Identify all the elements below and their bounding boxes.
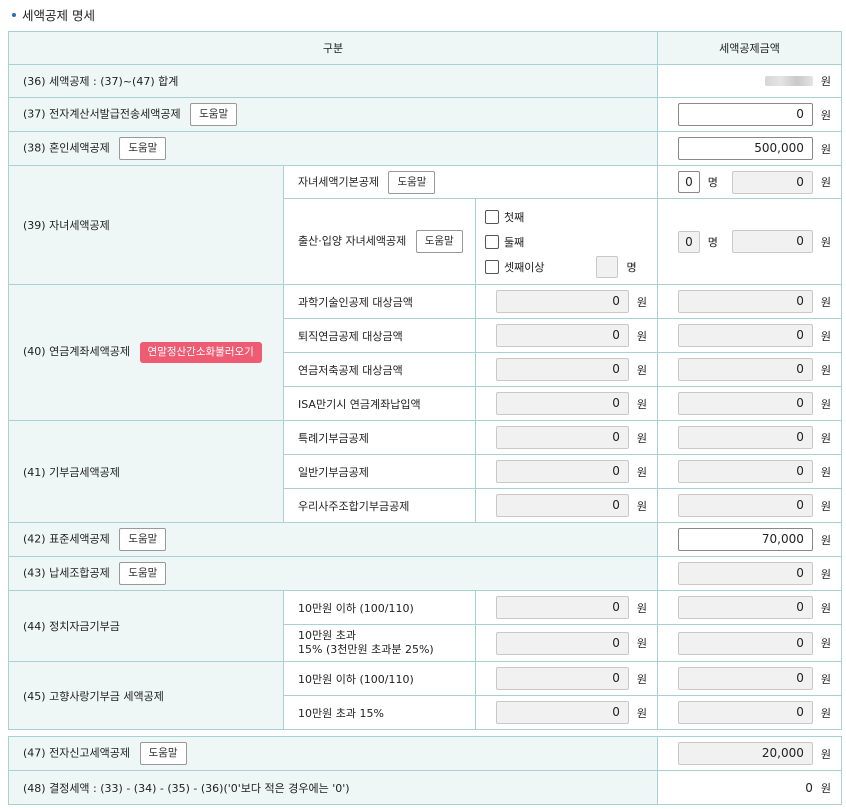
row40-item-label: 과학기술인공제 대상금액 (283, 284, 476, 319)
row44-base-input: 0 (496, 596, 629, 619)
row41-item-label: 우리사주조합기부금공제 (283, 488, 476, 523)
row40-item-label: ISA만기시 연금계좌납입액 (283, 386, 476, 421)
row45-amount-input: 0 (678, 701, 813, 724)
section-title: 세액공제 명세 (12, 5, 95, 24)
row39-label: (39) 자녀세액공제 (8, 165, 284, 285)
final-tax-table: (47) 전자신고세액공제 도움말 20,000 원 (48) 결정세액 : (… (8, 736, 842, 805)
row45-base-input: 0 (496, 701, 629, 724)
row41-amount-input: 0 (678, 494, 813, 517)
row40-base-input: 0 (496, 290, 629, 313)
help-button[interactable]: 도움말 (388, 170, 436, 194)
row41-amount-input: 0 (678, 460, 813, 483)
row44-item-label: 10만원 초과 15% (3천만원 초과분 25%) (283, 624, 476, 662)
row45-amount-input: 0 (678, 667, 813, 690)
row48-amount: 0 (805, 780, 813, 795)
bullet-icon (12, 12, 16, 17)
checkbox-icon[interactable] (485, 234, 499, 249)
checkbox-first[interactable]: 첫째 (485, 204, 657, 229)
row44-amount-input: 0 (678, 596, 813, 619)
row38-amount-input[interactable]: 500,000 (678, 137, 813, 160)
third-child-count (596, 255, 619, 278)
row45-base-input: 0 (496, 667, 629, 690)
row38-label: (38) 혼인세액공제 도움말 (7, 131, 659, 166)
help-button[interactable]: 도움말 (119, 562, 167, 585)
row40-item-label: 연금저축공제 대상금액 (283, 352, 476, 387)
row47-amount-input: 20,000 (678, 742, 813, 765)
help-button[interactable]: 도움말 (139, 742, 187, 765)
help-button[interactable]: 도움말 (190, 103, 238, 126)
row39-birth-label: 출산·입양 자녀세액공제 (298, 234, 407, 248)
row42-amount-input[interactable]: 70,000 (678, 528, 813, 551)
row40-amount-input: 0 (678, 324, 813, 347)
row40-label: (40) 연금계좌세액공제 연말정산간소화불러오기 (8, 284, 284, 421)
row45-item-label: 10만원 이하 (100/110) (283, 661, 476, 696)
checkbox-third-plus[interactable]: 셋째이상 명 (485, 254, 657, 279)
row44-amount-input: 0 (678, 631, 813, 655)
row37-label: (37) 전자계산서발급전송세액공제 도움말 (7, 97, 659, 132)
row39-basic-count[interactable]: 0 (678, 171, 700, 193)
row39-basic-amount: 0 (731, 170, 813, 194)
row40-item-label: 퇴직연금공제 대상금액 (283, 318, 476, 353)
masked-value (764, 76, 813, 86)
header-category: 구분 (7, 31, 659, 65)
help-button[interactable]: 도움말 (119, 137, 167, 160)
row41-amount-input: 0 (678, 426, 813, 449)
row36-label: (36) 세액공제 : (37)~(47) 합계 (7, 64, 659, 98)
help-button[interactable]: 도움말 (415, 230, 463, 253)
row37-amount-input[interactable]: 0 (678, 103, 813, 126)
row40-amount-input: 0 (678, 392, 813, 415)
row39-basic-label: 자녀세액기본공제 (298, 175, 379, 188)
checkbox-icon[interactable] (485, 259, 499, 274)
tax-credit-table: 구분 세액공제금액 (36) 세액공제 : (37)~(47) 합계 원 (37… (7, 31, 843, 730)
row40-base-input: 0 (496, 392, 629, 415)
row41-base-input: 0 (496, 426, 629, 449)
checkbox-second[interactable]: 둘째 (485, 229, 657, 254)
row45-item-label: 10만원 초과 15% (283, 695, 476, 730)
row43-label: (43) 납세조합공제 도움말 (7, 556, 659, 591)
row41-base-input: 0 (496, 460, 629, 483)
row43-amount-input: 0 (678, 562, 813, 585)
header-amount: 세액공제금액 (657, 31, 843, 65)
row44-item-label: 10만원 이하 (100/110) (283, 590, 476, 625)
row39-birth-count: 0 (678, 230, 700, 253)
row45-label: (45) 고향사랑기부금 세액공제 (8, 661, 284, 730)
help-button[interactable]: 도움말 (119, 528, 167, 551)
load-simplified-button[interactable]: 연말정산간소화불러오기 (139, 342, 262, 363)
row40-amount-input: 0 (678, 358, 813, 381)
row41-item-label: 일반기부금공제 (283, 454, 476, 489)
row41-label: (41) 기부금세액공제 (8, 420, 284, 523)
row41-base-input: 0 (496, 494, 629, 517)
row44-label: (44) 정치자금기부금 (8, 590, 284, 662)
row42-label: (42) 표준세액공제 도움말 (7, 522, 659, 557)
row47-label: (47) 전자신고세액공제 도움말 (8, 736, 658, 771)
row44-base-input: 0 (496, 631, 629, 655)
row41-item-label: 특례기부금공제 (283, 420, 476, 455)
row48-label: (48) 결정세액 : (33) - (34) - (35) - (36)('0… (8, 770, 658, 805)
checkbox-icon[interactable] (485, 209, 499, 224)
row40-amount-input: 0 (678, 290, 813, 313)
row40-base-input: 0 (496, 324, 629, 347)
row40-base-input: 0 (496, 358, 629, 381)
row39-birth-amount: 0 (731, 230, 813, 253)
